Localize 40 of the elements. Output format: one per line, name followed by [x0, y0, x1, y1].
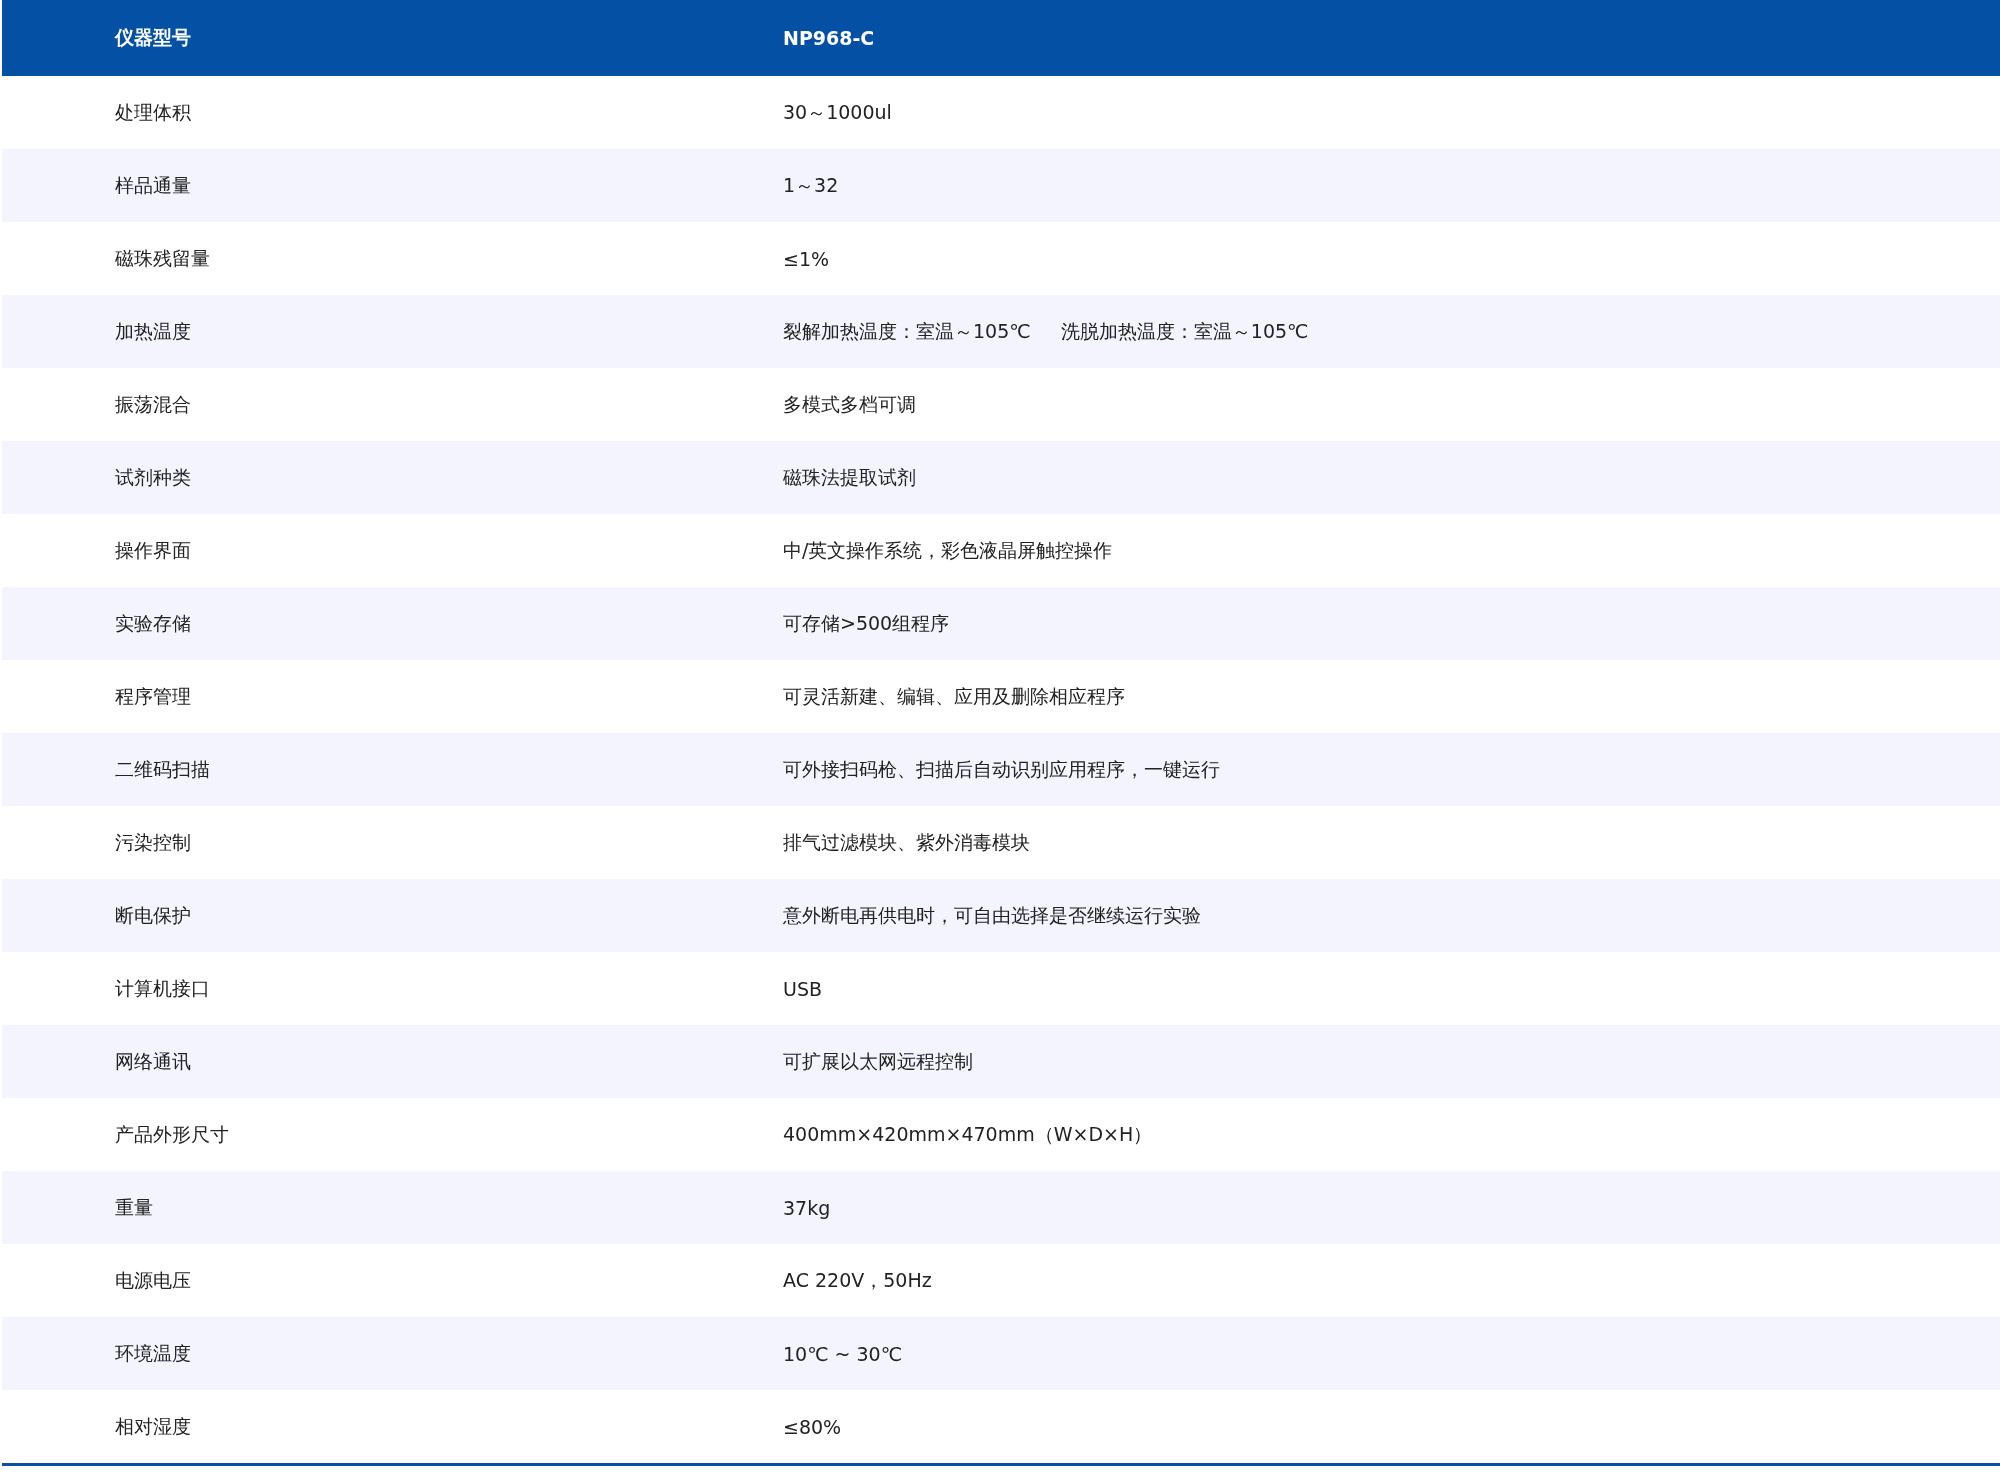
table-cell: 试剂种类 — [115, 465, 191, 488]
table-cell: 排气过滤模块、紫外消毒模块 — [783, 830, 1030, 853]
table-cell: ≤1% — [783, 247, 830, 270]
table-cell: 可外接扫码枪、扫描后自动识别应用程序，一键运行 — [783, 757, 1220, 780]
table-cell: AC 220V，50Hz — [783, 1268, 932, 1291]
table-cell: 10℃ ~ 30℃ — [783, 1342, 903, 1365]
table-cell: 振荡混合 — [115, 392, 191, 415]
table-cell: 磁珠法提取试剂 — [783, 465, 916, 488]
table-cell: 断电保护 — [115, 903, 191, 926]
table-cell: 电源电压 — [115, 1268, 191, 1291]
table-cell: 污染控制 — [115, 830, 191, 853]
table-cell: 裂解加热温度：室温～105℃ 洗脱加热温度：室温～105℃ — [783, 319, 1309, 342]
table-cell: 样品通量 — [115, 173, 191, 196]
table-cell: 可存储>500组程序 — [783, 611, 950, 634]
header-cell: 仪器型号 — [115, 26, 191, 48]
table-cell: 意外断电再供电时，可自由选择是否继续运行实验 — [783, 903, 1201, 926]
table-cell: 30～1000ul — [783, 100, 892, 123]
table-cell: 400mm×420mm×470mm（W×D×H） — [783, 1122, 1153, 1145]
table-cell: 可灵活新建、编辑、应用及删除相应程序 — [783, 684, 1125, 707]
table-cell: 操作界面 — [115, 538, 191, 561]
table-cell: 磁珠残留量 — [115, 246, 210, 269]
table-cell: ≤80% — [783, 1415, 842, 1438]
table-cell: 相对湿度 — [115, 1414, 191, 1437]
table-cell: 程序管理 — [115, 684, 191, 707]
table-cell: 网络通讯 — [115, 1049, 191, 1072]
table-cell: 可扩展以太网远程控制 — [783, 1049, 973, 1072]
table-cell: 加热温度 — [115, 319, 191, 342]
table-cell: 实验存储 — [115, 611, 191, 634]
table-cell: 环境温度 — [115, 1341, 191, 1364]
table-cell: 中/英文操作系统，彩色液晶屏触控操作 — [783, 538, 1113, 561]
table-cell: 二维码扫描 — [115, 757, 210, 780]
table-cell: 处理体积 — [115, 100, 191, 123]
table-cell: 重量 — [115, 1195, 153, 1218]
table-cell: USB — [783, 977, 822, 1000]
header-cell: NP968-C — [783, 27, 875, 49]
table-cell: 1～32 — [783, 173, 839, 196]
table-cell: 37kg — [783, 1196, 831, 1219]
table-cell: 产品外形尺寸 — [115, 1122, 229, 1145]
table-cell: 计算机接口 — [115, 976, 210, 999]
table-cell: 多模式多档可调 — [783, 392, 916, 415]
